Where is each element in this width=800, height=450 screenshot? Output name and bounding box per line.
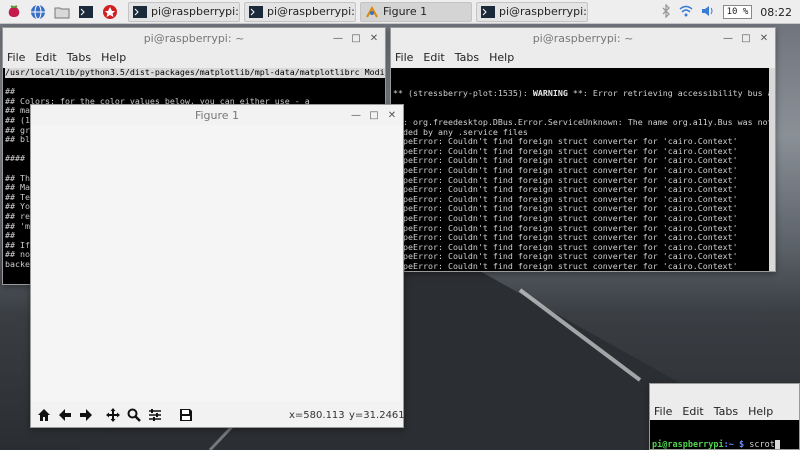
menu-edit[interactable]: Edit bbox=[35, 51, 56, 64]
terminal-icon bbox=[133, 5, 147, 18]
menu-help[interactable]: Help bbox=[101, 51, 126, 64]
task-figure-1[interactable]: Figure 1 bbox=[360, 1, 472, 22]
task-terminal-2[interactable]: pi@raspberrypi: ~ bbox=[244, 1, 356, 22]
clock[interactable]: 08:22 bbox=[760, 6, 792, 19]
cpu-monitor[interactable]: 10 % bbox=[722, 5, 753, 19]
save-icon[interactable] bbox=[177, 406, 195, 424]
menu-tabs[interactable]: Tabs bbox=[67, 51, 91, 64]
typed-command: scrot bbox=[749, 440, 775, 449]
raspberry-menu-icon[interactable] bbox=[4, 2, 24, 22]
window-titlebar[interactable] bbox=[650, 384, 799, 402]
menu-file[interactable]: File bbox=[654, 405, 672, 418]
close-icon[interactable]: ✕ bbox=[385, 108, 399, 122]
home-icon[interactable] bbox=[35, 406, 53, 424]
shell-prompt: pi@raspberrypi:~ $ bbox=[652, 440, 750, 449]
terminal-icon bbox=[249, 5, 263, 18]
task-terminal-3[interactable]: pi@raspberrypi: ~ bbox=[476, 1, 588, 22]
browser-globe-icon[interactable] bbox=[28, 2, 48, 22]
figure-window[interactable]: Figure 1 — □ ✕ x=580.113 y=31.2461 bbox=[30, 104, 405, 428]
menubar: File Edit Tabs Help bbox=[650, 402, 799, 420]
menu-help[interactable]: Help bbox=[489, 51, 514, 64]
y-coordinate-readout: y=31.2461 bbox=[349, 410, 405, 421]
text-cursor bbox=[774, 440, 780, 449]
close-icon[interactable]: ✕ bbox=[757, 31, 771, 45]
terminal-output[interactable]: pi@raspberrypi:~ $ scrot bbox=[650, 420, 799, 449]
minimize-icon[interactable]: — bbox=[349, 108, 363, 122]
matplotlib-icon bbox=[366, 5, 378, 17]
menu-file[interactable]: File bbox=[7, 51, 25, 64]
window-title: Figure 1 bbox=[194, 108, 240, 122]
menu-help[interactable]: Help bbox=[748, 405, 773, 418]
close-icon[interactable]: ✕ bbox=[367, 31, 381, 45]
terminal-scrollbar[interactable] bbox=[769, 68, 775, 271]
menubar: File Edit Tabs Help bbox=[3, 48, 385, 66]
task-label: Figure 1 bbox=[383, 5, 428, 18]
x-coordinate-readout: x=580.113 bbox=[289, 410, 345, 421]
maximize-icon[interactable]: □ bbox=[367, 108, 381, 122]
task-label: pi@raspberrypi: ~ bbox=[499, 5, 587, 18]
task-terminal-1[interactable]: pi@raspberrypi: ~ bbox=[128, 1, 240, 22]
file-manager-folder-icon[interactable] bbox=[52, 2, 72, 22]
terminal-output[interactable]: ** (stressberry-plot:1535): WARNING **: … bbox=[391, 68, 769, 271]
minimize-icon[interactable]: — bbox=[721, 31, 735, 45]
window-title: pi@raspberrypi: ~ bbox=[143, 31, 245, 45]
forward-arrow-icon[interactable] bbox=[77, 406, 95, 424]
window-title: pi@raspberrypi: ~ bbox=[532, 31, 634, 45]
figure-canvas[interactable] bbox=[31, 125, 403, 401]
taskbar: pi@raspberrypi: ~ pi@raspberrypi: ~ Figu… bbox=[0, 0, 800, 24]
zoom-icon[interactable] bbox=[125, 406, 143, 424]
warning-prefix: ** (stressberry-plot:1535): bbox=[393, 88, 533, 99]
back-arrow-icon[interactable] bbox=[56, 406, 74, 424]
menubar: File Edit Tabs Help bbox=[391, 48, 775, 66]
system-tray: 10 % 08:22 bbox=[661, 0, 800, 24]
volume-icon[interactable] bbox=[701, 5, 715, 20]
warning-word: WARNING bbox=[532, 88, 568, 99]
warning-rest: **: Error retrieving accessibility bus a… bbox=[572, 88, 769, 99]
menu-edit[interactable]: Edit bbox=[682, 405, 703, 418]
minimize-icon[interactable]: — bbox=[331, 31, 345, 45]
window-titlebar[interactable]: pi@raspberrypi: ~ — □ ✕ bbox=[391, 28, 775, 48]
matplotlib-toolbar bbox=[35, 403, 198, 427]
terminal-window-small[interactable]: File Edit Tabs Help pi@raspberrypi:~ $ s… bbox=[649, 383, 800, 450]
maximize-icon[interactable]: □ bbox=[739, 31, 753, 45]
terminal-icon bbox=[481, 5, 495, 18]
window-titlebar[interactable]: pi@raspberrypi: ~ — □ ✕ bbox=[3, 28, 385, 48]
menu-tabs[interactable]: Tabs bbox=[455, 51, 479, 64]
subplots-config-icon[interactable] bbox=[146, 406, 164, 424]
menu-tabs[interactable]: Tabs bbox=[714, 405, 738, 418]
task-label: pi@raspberrypi: ~ bbox=[267, 5, 355, 18]
prompt-line: pi@raspberrypi:~ $ scrot bbox=[652, 440, 799, 449]
wifi-icon[interactable] bbox=[679, 5, 693, 20]
terminal-launcher-icon[interactable] bbox=[76, 2, 96, 22]
window-titlebar[interactable]: Figure 1 — □ ✕ bbox=[31, 105, 403, 125]
maximize-icon[interactable]: □ bbox=[349, 31, 363, 45]
terminal-line: /usr/local/lib/python3.5/dist-packages/m… bbox=[5, 68, 385, 78]
bluetooth-icon[interactable] bbox=[661, 2, 671, 21]
warning-line: ** (stressberry-plot:1535): WARNING **: … bbox=[393, 88, 769, 99]
task-label: pi@raspberrypi: ~ bbox=[151, 5, 239, 18]
menu-edit[interactable]: Edit bbox=[423, 51, 444, 64]
menu-file[interactable]: File bbox=[395, 51, 413, 64]
terminal-window-right[interactable]: pi@raspberrypi: ~ — □ ✕ File Edit Tabs H… bbox=[390, 27, 776, 272]
wolfram-icon[interactable] bbox=[100, 2, 120, 22]
pan-icon[interactable] bbox=[104, 406, 122, 424]
